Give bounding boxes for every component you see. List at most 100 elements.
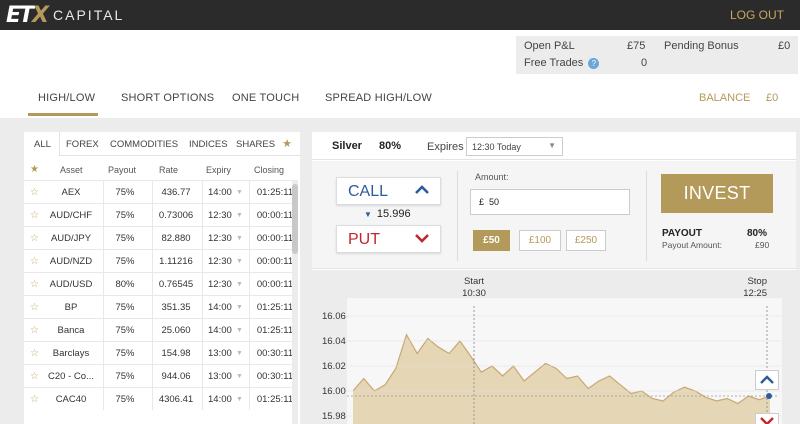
expiry-dropdown-icon[interactable]: ▼	[236, 373, 243, 380]
asset-expiry: 14:00	[208, 394, 232, 405]
open-pnl-value: £75	[627, 40, 646, 52]
expiry-dropdown-icon[interactable]: ▼	[236, 327, 243, 334]
free-trades-label: Free Trades ?	[524, 57, 600, 69]
amount-label: Amount:	[475, 172, 509, 182]
favorites-star-icon[interactable]: ★	[282, 137, 292, 150]
asset-expiry: 12:30	[208, 279, 232, 290]
category-tab-forex[interactable]: FOREX	[66, 139, 99, 150]
pending-bonus-label: Pending Bonus	[664, 40, 739, 52]
tab-spread-high-low[interactable]: SPREAD HIGH/LOW	[325, 92, 432, 104]
favorite-star-icon[interactable]: ☆	[30, 210, 39, 221]
expiry-dropdown-icon[interactable]: ▼	[236, 212, 243, 219]
tab-one-touch[interactable]: ONE TOUCH	[232, 92, 299, 104]
expiry-dropdown-icon[interactable]: ▼	[236, 396, 243, 403]
chevron-down-icon	[760, 417, 774, 424]
category-tab-indices[interactable]: INDICES	[189, 139, 228, 150]
amount-50-button[interactable]: £50	[473, 230, 510, 251]
asset-rate: 0.73006	[158, 210, 194, 221]
asset-expiry: 12:30	[208, 256, 232, 267]
expiry-dropdown-icon[interactable]: ▼	[236, 281, 243, 288]
col-payout[interactable]: Payout	[108, 165, 136, 175]
asset-table-header: ★ Asset Payout Rate Expiry Closing	[24, 162, 292, 180]
chevron-up-icon	[414, 182, 430, 203]
tab-short-options[interactable]: SHORT OPTIONS	[121, 92, 214, 104]
expiry-dropdown-icon[interactable]: ▼	[236, 258, 243, 265]
help-icon[interactable]: ?	[588, 58, 600, 69]
tab-high-low[interactable]: HIGH/LOW	[38, 92, 95, 104]
payout-value: 80%	[747, 228, 768, 239]
current-rate-dot	[766, 393, 772, 399]
category-tab-all[interactable]: ALL	[34, 139, 51, 150]
asset-row[interactable]: ☆ AUD/NZD 75% 1.11216 12:30 ▼ 00:00:11	[24, 249, 293, 272]
chart-put-button[interactable]	[755, 413, 779, 424]
asset-expiry: 12:30	[208, 210, 232, 221]
favorite-star-icon[interactable]: ☆	[30, 187, 39, 198]
y-tick-label: 16.02	[322, 361, 346, 372]
divider	[457, 171, 458, 261]
favorite-star-icon[interactable]: ☆	[30, 279, 39, 290]
time-marker-label: Start	[464, 276, 484, 287]
active-tab-indicator	[28, 113, 98, 116]
asset-row[interactable]: ☆ AUD/USD 80% 0.76545 12:30 ▼ 00:00:11	[24, 272, 293, 295]
put-button[interactable]: PUT	[336, 225, 441, 253]
time-marker-label: Stop	[747, 276, 767, 287]
asset-row[interactable]: ☆ AUD/CHF 75% 0.73006 12:30 ▼ 00:00:11	[24, 203, 293, 226]
invest-button[interactable]: INVEST	[661, 174, 773, 213]
chart-call-button[interactable]	[755, 370, 779, 390]
payout-label: PAYOUT	[662, 228, 703, 239]
category-tab-shares[interactable]: SHARES	[236, 139, 275, 150]
expiry-dropdown-icon[interactable]: ▼	[236, 304, 243, 311]
logo-text: CAPITAL	[53, 7, 125, 23]
asset-rate: 1.11216	[159, 256, 193, 267]
asset-row[interactable]: ☆ Banca 75% 25.060 14:00 ▼ 01:25:11	[24, 318, 293, 341]
asset-row[interactable]: ☆ AUD/JPY 75% 82.880 12:30 ▼ 00:00:11	[24, 226, 293, 249]
asset-expiry: 13:00	[208, 371, 232, 382]
logout-link[interactable]: LOG OUT	[730, 8, 784, 22]
favorite-star-icon[interactable]: ☆	[30, 348, 39, 359]
asset-expiry: 13:00	[208, 348, 232, 359]
asset-expiry: 14:00	[208, 302, 232, 313]
favorite-column-star-icon[interactable]: ★	[30, 164, 39, 175]
favorite-star-icon[interactable]: ☆	[30, 394, 39, 405]
amount-input[interactable]	[470, 189, 630, 215]
col-rate[interactable]: Rate	[159, 165, 178, 175]
asset-list-panel: ALL FOREX COMMODITIES INDICES SHARES ★ ★…	[24, 132, 300, 424]
amount-250-button[interactable]: £250	[566, 230, 606, 251]
logo[interactable]: ETX CAPITAL	[6, 2, 124, 28]
asset-rate: 0.76545	[158, 279, 194, 290]
expires-dropdown[interactable]: 12:30 Today ▼	[466, 137, 563, 156]
asset-row[interactable]: ☆ CAC40 75% 4306.41 14:00 ▼ 01:25:11	[24, 387, 293, 410]
favorite-star-icon[interactable]: ☆	[30, 371, 39, 382]
price-chart[interactable]: 16.06 16.04 16.02 16.00 15.98 Start 10:30 Stop 1…	[312, 270, 796, 424]
favorite-star-icon[interactable]: ☆	[30, 325, 39, 336]
expiry-dropdown-icon[interactable]: ▼	[236, 235, 243, 242]
asset-row[interactable]: ☆ C20 - Co... 75% 944.06 13:00 ▼ 00:30:11	[24, 364, 293, 387]
asset-row[interactable]: ☆ AEX 75% 436.77 14:00 ▼ 01:25:11	[24, 180, 293, 203]
favorite-star-icon[interactable]: ☆	[30, 256, 39, 267]
call-button[interactable]: CALL	[336, 177, 441, 205]
asset-asset: AUD/NZD	[49, 256, 93, 267]
asset-expiry: 14:00	[208, 325, 232, 336]
selected-asset-bar: Silver 80% Expires 12:30 Today ▼	[312, 132, 796, 160]
expiry-dropdown-icon[interactable]: ▼	[236, 350, 243, 357]
favorite-star-icon[interactable]: ☆	[30, 302, 39, 313]
asset-asset: Barclays	[52, 348, 90, 359]
asset-row[interactable]: ☆ Barclays 75% 154.98 13:00 ▼ 00:30:11	[24, 341, 293, 364]
amount-100-button[interactable]: £100	[519, 230, 561, 251]
selected-asset-name: Silver	[332, 140, 362, 152]
asset-asset: C20 - Co...	[48, 371, 94, 382]
col-expiry[interactable]: Expiry	[206, 165, 231, 175]
pending-bonus-value: £0	[778, 40, 791, 52]
asset-asset: AUD/CHF	[49, 210, 93, 221]
asset-row[interactable]: ☆ BP 75% 351.35 14:00 ▼ 01:25:11	[24, 295, 293, 318]
category-tab-commodities[interactable]: COMMODITIES	[110, 139, 178, 150]
rate-down-icon: ▼	[364, 210, 372, 219]
current-rate: ▼ 15.996	[364, 208, 411, 220]
expiry-dropdown-icon[interactable]: ▼	[236, 189, 243, 196]
asset-list-scroll-thumb[interactable]	[292, 184, 298, 254]
favorite-star-icon[interactable]: ☆	[30, 233, 39, 244]
col-asset[interactable]: Asset	[60, 165, 83, 175]
time-marker-time: 12:25	[743, 288, 767, 299]
col-closing[interactable]: Closing	[254, 165, 284, 175]
trade-controls: CALL ▼15.996 PUT Amount: £50 £100 £250 I…	[312, 161, 796, 269]
